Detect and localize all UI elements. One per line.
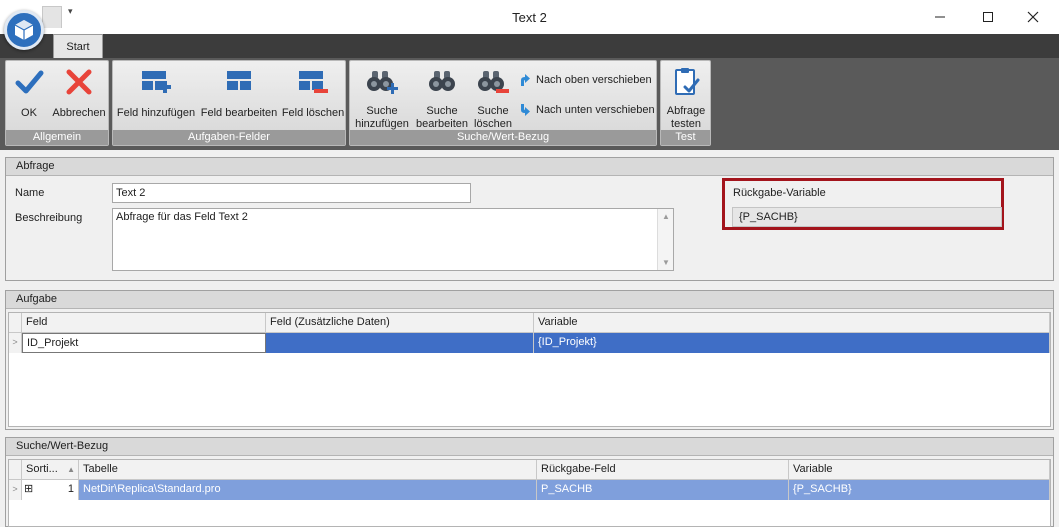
suche-hinzufuegen-label-1: Suche: [366, 105, 398, 117]
suche-loeschen-button[interactable]: Suche löschen: [470, 65, 516, 131]
scroll-up-icon[interactable]: ▲: [662, 212, 670, 221]
abbrechen-label: Abbrechen: [52, 107, 106, 119]
binoculars-icon: [429, 71, 455, 91]
binoculars-delete-icon: [478, 71, 509, 93]
rueckgabe-variable-box: Rückgabe-Variable {P_SACHB}: [722, 178, 1004, 230]
aufgabe-panel: Aufgabe Feld Feld (Zusätzliche Daten) Va…: [5, 290, 1054, 430]
cell-variable[interactable]: {P_SACHB}: [789, 480, 1050, 500]
clipboard-check-icon: [675, 68, 700, 95]
rueckgabe-label: Rückgabe-Variable: [733, 187, 826, 199]
nach-oben-button[interactable]: Nach oben verschieben: [518, 73, 652, 87]
x-icon: [66, 69, 92, 95]
beschreibung-scrollbar[interactable]: ▲ ▼: [657, 209, 673, 270]
grid-edit-icon: [227, 71, 251, 90]
column-header-zusatz[interactable]: Feld (Zusätzliche Daten): [266, 313, 534, 333]
row-indicator-header: [9, 313, 22, 333]
feld-bearbeiten-button[interactable]: Feld bearbeiten: [199, 65, 279, 120]
suche-grid: Sorti... ▲ Tabelle Rückgabe-Feld Variabl…: [8, 459, 1051, 527]
beschreibung-text: Abfrage für das Feld Text 2: [116, 211, 248, 223]
name-input[interactable]: [112, 183, 471, 203]
check-icon: [15, 70, 44, 94]
cell-zusatz[interactable]: [266, 333, 534, 353]
sort-column-label: Sorti...: [26, 463, 58, 475]
row-pointer-icon: >: [9, 480, 22, 500]
group-label-aufgaben-felder: Aufgaben-Felder: [113, 130, 345, 145]
ribbon-group-suche: Suche hinzufügen Suche bearbeiten Suche …: [349, 60, 657, 146]
column-header-variable[interactable]: Variable: [534, 313, 1050, 333]
feld-loeschen-label: Feld löschen: [281, 107, 345, 119]
suche-bearbeiten-button[interactable]: Suche bearbeiten: [412, 65, 472, 131]
table-row[interactable]: > ID_Projekt {ID_Projekt}: [9, 333, 1050, 353]
expand-icon[interactable]: ⊞: [24, 480, 33, 499]
name-label: Name: [15, 187, 45, 199]
group-label-allgemein: Allgemein: [6, 130, 108, 145]
column-header-feld[interactable]: Feld: [22, 313, 266, 333]
arrow-up-icon: [521, 74, 530, 86]
title-bar: ▾ Text 2: [0, 0, 1059, 34]
scroll-down-icon[interactable]: ▼: [662, 258, 670, 267]
ribbon-group-allgemein: OK Abbrechen Allgemein: [5, 60, 109, 146]
cell-sort-value: 1: [67, 483, 74, 495]
suche-loeschen-label-1: Suche: [477, 105, 509, 117]
row-indicator-header: [9, 460, 22, 480]
aufgabe-grid-header: Feld Feld (Zusätzliche Daten) Variable: [9, 313, 1050, 333]
feld-bearbeiten-label: Feld bearbeiten: [200, 107, 278, 119]
close-icon: [1027, 11, 1039, 23]
feld-loeschen-button[interactable]: Feld löschen: [281, 65, 345, 120]
maximize-button[interactable]: [965, 4, 1011, 30]
abfrage-testen-button[interactable]: Abfrage testen: [662, 65, 710, 131]
suche-bearbeiten-label-1: Suche: [426, 105, 458, 117]
close-button[interactable]: [1010, 4, 1056, 30]
minimize-button[interactable]: [917, 4, 963, 30]
ribbon: OK Abbrechen Allgemein Feld hinzufügen F…: [0, 58, 1059, 150]
maximize-icon: [983, 12, 993, 22]
suche-hinzufuegen-button[interactable]: Suche hinzufügen: [352, 65, 412, 131]
binoculars-add-icon: [367, 71, 398, 94]
nach-oben-label: Nach oben verschieben: [536, 74, 652, 86]
group-label-suche: Suche/Wert-Bezug: [350, 130, 656, 145]
sort-ascending-icon: ▲: [67, 465, 75, 474]
nach-unten-button[interactable]: Nach unten verschieben: [518, 103, 655, 117]
nach-unten-label: Nach unten verschieben: [536, 104, 655, 116]
suche-panel: Suche/Wert-Bezug Sorti... ▲ Tabelle Rück…: [5, 437, 1054, 527]
cell-rueckgabe-feld[interactable]: P_SACHB: [537, 480, 789, 500]
arrow-down-icon: [521, 104, 530, 116]
grid-delete-icon: [299, 71, 328, 93]
ribbon-group-test: Abfrage testen Test: [660, 60, 711, 146]
ok-button[interactable]: OK: [12, 65, 46, 120]
tab-start[interactable]: Start: [53, 34, 103, 58]
group-label-test: Test: [661, 130, 710, 145]
grid-add-icon: [142, 71, 171, 93]
feld-hinzufuegen-label: Feld hinzufügen: [116, 107, 196, 119]
column-header-rueckgabe-feld[interactable]: Rückgabe-Feld: [537, 460, 789, 480]
minimize-icon: [935, 16, 945, 18]
column-header-variable[interactable]: Variable: [789, 460, 1050, 480]
column-header-tabelle[interactable]: Tabelle: [79, 460, 537, 480]
ok-label: OK: [21, 107, 37, 119]
ribbon-group-aufgaben-felder: Feld hinzufügen Feld bearbeiten Feld lös…: [112, 60, 346, 146]
abfrage-testen-label-1: Abfrage: [666, 105, 706, 117]
aufgabe-grid: Feld Feld (Zusätzliche Daten) Variable >…: [8, 312, 1051, 427]
suche-grid-header: Sorti... ▲ Tabelle Rückgabe-Feld Variabl…: [9, 460, 1050, 480]
cell-feld[interactable]: ID_Projekt: [22, 333, 266, 353]
cell-tabelle[interactable]: NetDir\Replica\Standard.pro: [79, 480, 537, 500]
table-row[interactable]: > ⊞ 1 NetDir\Replica\Standard.pro P_SACH…: [9, 480, 1050, 500]
column-header-sort[interactable]: Sorti... ▲: [22, 460, 79, 480]
suche-panel-title: Suche/Wert-Bezug: [6, 438, 1053, 456]
cell-sort[interactable]: ⊞ 1: [22, 480, 79, 500]
ribbon-tab-strip: [0, 34, 1059, 58]
feld-hinzufuegen-button[interactable]: Feld hinzufügen: [116, 65, 196, 120]
beschreibung-label: Beschreibung: [15, 212, 83, 224]
rueckgabe-value: {P_SACHB}: [732, 207, 1002, 227]
app-logo-icon[interactable]: [4, 10, 44, 50]
abfrage-panel-title: Abfrage: [6, 158, 1053, 176]
row-pointer-icon: >: [9, 333, 22, 353]
aufgabe-panel-title: Aufgabe: [6, 291, 1053, 309]
window-title: Text 2: [512, 10, 547, 25]
cell-variable[interactable]: {ID_Projekt}: [534, 333, 1050, 353]
beschreibung-textarea[interactable]: Abfrage für das Feld Text 2 ▲ ▼: [112, 208, 674, 271]
abbrechen-button[interactable]: Abbrechen: [50, 65, 108, 120]
